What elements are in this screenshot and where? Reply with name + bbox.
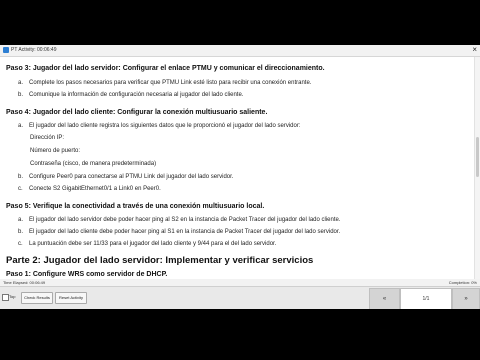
- step4-subitem-ip: Dirección IP:: [30, 135, 65, 141]
- top-checkbox-label: Top: [9, 294, 16, 299]
- time-elapsed: Time Elapsed: 00:06:49: [3, 280, 46, 285]
- next-page-button[interactable]: »: [452, 288, 480, 309]
- item-label: b.: [18, 229, 24, 235]
- item-text: Conecte S2 GigabitEthernet0/1 a Link0 en…: [29, 186, 161, 192]
- step5-item-c: c. La puntuación debe ser 11/33 para el j…: [18, 241, 276, 247]
- step4-item-a: a. El jugador del lado cliente registra l…: [18, 123, 301, 129]
- reset-activity-button[interactable]: Reset Activity: [55, 292, 87, 304]
- step4-item-b: b. Configure Peer0 para conectarse al PTM…: [18, 174, 233, 180]
- completion: Completion: 0%: [448, 280, 477, 285]
- close-icon[interactable]: ×: [472, 45, 477, 55]
- step4-subitem-port: Número de puerto:: [30, 148, 81, 154]
- title-bar: PT Activity: 00:06:49 ×: [0, 45, 480, 57]
- item-text: El jugador del lado cliente registra los…: [29, 123, 301, 129]
- item-text: Comunique la información de configuració…: [29, 92, 244, 98]
- step3-heading: Paso 3: Jugador del lado servidor: Confi…: [6, 65, 325, 72]
- pt-activity-window: PT Activity: 00:06:49 × Paso 3: Jugador …: [0, 45, 480, 309]
- bottom-toolbar: Top Check Results Reset Activity « 1/1 »: [0, 286, 480, 309]
- item-text: El jugador del lado cliente debe poder h…: [29, 229, 341, 235]
- top-checkbox[interactable]: [2, 294, 9, 301]
- item-label: c.: [18, 241, 23, 247]
- step3-item-a: a. Complete los pasos necesarios para ver…: [18, 80, 311, 86]
- status-bar: Time Elapsed: 00:06:49 Completion: 0%: [0, 279, 480, 286]
- scrollbar-thumb[interactable]: [476, 137, 479, 177]
- item-label: a.: [18, 123, 24, 129]
- instructions-content: Paso 3: Jugador del lado servidor: Confi…: [0, 57, 474, 279]
- item-label: b.: [18, 92, 24, 98]
- item-label: a.: [18, 217, 24, 223]
- step4-heading: Paso 4: Jugador del lado cliente: Config…: [6, 109, 268, 116]
- part2-heading: Parte 2: Jugador del lado servidor: Impl…: [6, 255, 314, 266]
- step4-subitem-password: Contraseña (cisco, de manera predetermin…: [30, 161, 157, 167]
- item-label: b.: [18, 174, 24, 180]
- item-text: Configure Peer0 para conectarse al PTMU …: [29, 174, 234, 180]
- item-text: La puntuación debe ser 11/33 para el jug…: [29, 241, 277, 247]
- step1-heading: Paso 1: Configure WRS como servidor de D…: [6, 271, 168, 278]
- step5-item-a: a. El jugador del lado servidor debe pode…: [18, 217, 341, 223]
- item-label: a.: [18, 80, 24, 86]
- step5-item-b: b. El jugador del lado cliente debe poder…: [18, 229, 340, 235]
- window-title: PT Activity: 00:06:49: [11, 47, 57, 53]
- app-icon: [3, 47, 9, 53]
- item-text: Complete los pasos necesarios para verif…: [29, 80, 312, 86]
- previous-page-button[interactable]: «: [369, 288, 400, 309]
- check-results-button[interactable]: Check Results: [21, 292, 53, 304]
- item-text: El jugador del lado servidor debe poder …: [29, 217, 341, 223]
- step4-item-c: c. Conecte S2 GigabitEthernet0/1 a Link0 …: [18, 186, 161, 192]
- step3-item-b: b. Comunique la información de configurac…: [18, 92, 243, 98]
- page-indicator: 1/1: [400, 288, 452, 309]
- item-label: c.: [18, 186, 23, 192]
- vertical-scrollbar[interactable]: [474, 57, 480, 279]
- step5-heading: Paso 5: Verifique la conectividad a trav…: [6, 203, 265, 210]
